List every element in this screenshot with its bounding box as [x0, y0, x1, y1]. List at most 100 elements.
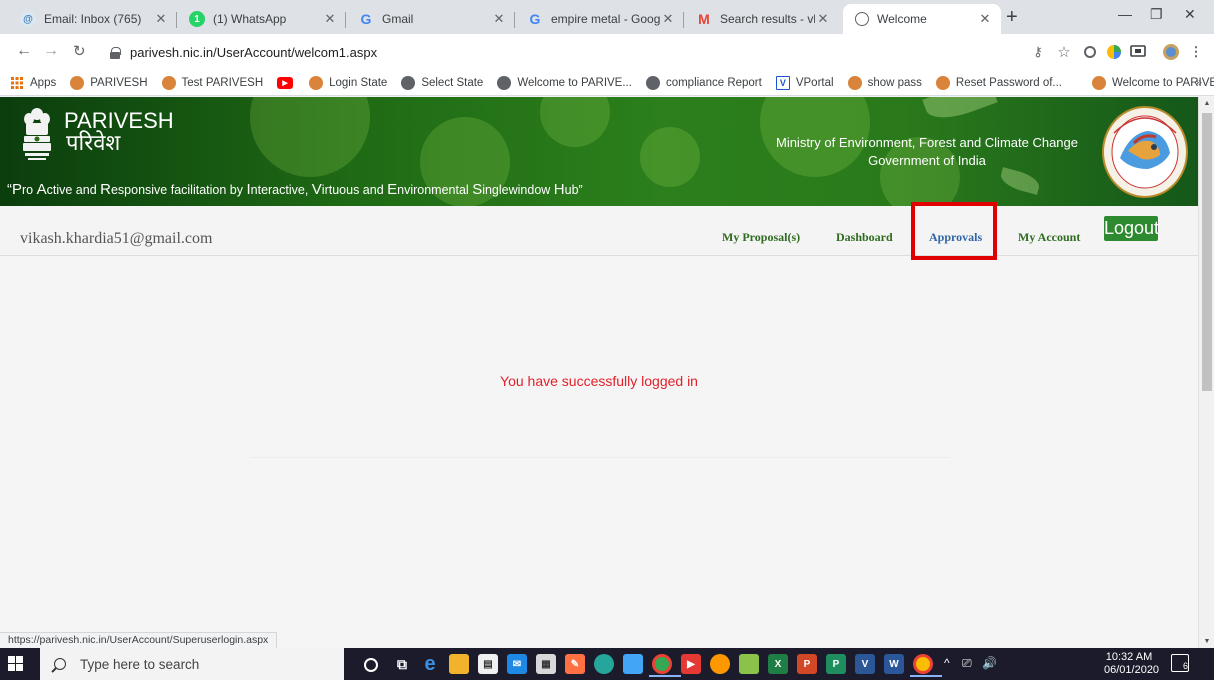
- excel-icon[interactable]: X: [768, 654, 788, 674]
- tab-title: empire metal - Google: [551, 12, 660, 26]
- tagline-initial: H: [553, 181, 565, 198]
- close-icon[interactable]: ✕: [815, 11, 831, 27]
- apps-grid-icon: [10, 76, 24, 90]
- bookmark-compliance-report[interactable]: compliance Report: [645, 75, 762, 90]
- profile-avatar-icon[interactable]: [1163, 44, 1179, 60]
- bookmark-label: VPortal: [795, 76, 834, 89]
- tab-whatsapp[interactable]: 1 (1) WhatsApp ✕: [177, 4, 346, 34]
- parivesh-icon: [847, 75, 862, 90]
- app-icon[interactable]: [594, 654, 614, 674]
- my-account-link[interactable]: My Account: [1018, 230, 1080, 245]
- visio-icon[interactable]: V: [855, 654, 875, 674]
- network-icon[interactable]: ⎚: [962, 656, 972, 671]
- tab-gmail[interactable]: G Gmail ✕: [346, 4, 515, 34]
- chart-app-icon[interactable]: [739, 654, 759, 674]
- notification-center-icon[interactable]: 6: [1171, 654, 1189, 672]
- banner-bokeh: [640, 127, 700, 187]
- forward-icon[interactable]: →: [43, 42, 59, 60]
- system-clock[interactable]: 10:32 AM 06/01/2020: [1104, 651, 1159, 677]
- logout-button[interactable]: Logout: [1104, 216, 1159, 241]
- tray-chevron-icon[interactable]: ^: [944, 656, 950, 670]
- reload-icon[interactable]: ↻: [73, 42, 86, 60]
- tab-title: (1) WhatsApp: [213, 12, 287, 26]
- bookmark-apps[interactable]: Apps: [10, 76, 56, 90]
- parivesh-icon: [935, 75, 950, 90]
- parivesh-icon: [161, 75, 176, 90]
- bookmark-youtube[interactable]: ▶: [277, 76, 299, 89]
- tab-email[interactable]: @ Email: Inbox (765) ✕: [8, 4, 177, 34]
- calculator-icon[interactable]: ▦: [536, 654, 556, 674]
- close-icon[interactable]: ✕: [491, 11, 507, 27]
- tab-search-results[interactable]: M Search results - vkb.nic ✕: [684, 4, 839, 34]
- bookmarks-overflow-icon[interactable]: »: [1195, 75, 1202, 89]
- bookmark-welcome-parivesh[interactable]: Welcome to PARIVE...: [497, 75, 632, 90]
- scrollbar-thumb[interactable]: [1202, 113, 1212, 391]
- extension-colorful-icon[interactable]: [1106, 44, 1122, 60]
- bookmark-label: Welcome to PARIVE...: [517, 76, 632, 89]
- project-icon[interactable]: P: [826, 654, 846, 674]
- chrome-icon[interactable]: [649, 654, 681, 677]
- file-explorer-icon[interactable]: [449, 654, 469, 674]
- task-view-icon[interactable]: ⧉: [392, 654, 412, 674]
- page-scrollbar[interactable]: ▲ ▼: [1198, 97, 1214, 648]
- bookmark-show-pass[interactable]: show pass: [847, 75, 922, 90]
- close-icon[interactable]: ✕: [660, 11, 676, 27]
- whatsapp-icon: 1: [189, 11, 205, 27]
- tab-welcome[interactable]: Welcome ✕: [843, 4, 1001, 34]
- scroll-down-icon[interactable]: ▼: [1199, 638, 1214, 645]
- tab-google-search[interactable]: G empire metal - Google ✕: [515, 4, 684, 34]
- cast-icon[interactable]: [1130, 44, 1146, 60]
- extension-icon[interactable]: [1082, 44, 1098, 60]
- url-text: parivesh.nic.in/UserAccount/welcom1.aspx: [130, 44, 378, 60]
- media-icon[interactable]: ▶: [681, 654, 701, 674]
- tagline-initial: A: [36, 181, 47, 198]
- volume-icon[interactable]: 🔊: [982, 656, 997, 670]
- windows-start-icon[interactable]: [8, 656, 24, 672]
- ministry-line: Ministry of Environment, Forest and Clim…: [775, 135, 1078, 150]
- paint-icon[interactable]: ✎: [565, 654, 585, 674]
- bookmark-vportal[interactable]: V VPortal: [775, 75, 834, 90]
- url-field[interactable]: parivesh.nic.in/UserAccount/welcom1.aspx: [110, 40, 1110, 64]
- bookmark-reset-password[interactable]: Reset Password of...: [935, 75, 1063, 90]
- word-icon[interactable]: W: [884, 654, 904, 674]
- chrome-icon[interactable]: [910, 654, 942, 677]
- cortana-icon[interactable]: [364, 658, 378, 672]
- tab-title: Search results - vkb.nic: [720, 12, 815, 26]
- lock-icon: [110, 46, 121, 59]
- back-icon[interactable]: ←: [16, 42, 32, 60]
- bookmark-select-state[interactable]: Select State: [401, 75, 483, 90]
- tagline-initial: “P: [7, 181, 22, 198]
- maximize-button[interactable]: ❐: [1150, 6, 1163, 23]
- taskbar-search-box[interactable]: Type here to search: [40, 648, 344, 680]
- bookmark-parivesh[interactable]: PARIVESH: [70, 75, 148, 90]
- approvals-highlight-box: [911, 202, 997, 260]
- tab-title: Gmail: [382, 12, 414, 26]
- site-name: PARIVESH: [64, 108, 174, 133]
- menu-kebab-icon[interactable]: ⋮: [1188, 44, 1204, 60]
- dashboard-link[interactable]: Dashboard: [836, 230, 893, 245]
- bookmark-label: Reset Password of...: [955, 76, 1063, 89]
- notes-icon[interactable]: [623, 654, 643, 674]
- firefox-icon[interactable]: [710, 654, 730, 674]
- page-viewport: PARIVESH परिवेश “Pro Active and Responsi…: [0, 97, 1198, 648]
- tab-title: Email: Inbox (765): [44, 12, 142, 26]
- close-icon[interactable]: ✕: [153, 11, 169, 27]
- mail-icon[interactable]: ✉: [507, 654, 527, 674]
- bookmark-test-parivesh[interactable]: Test PARIVESH: [161, 75, 263, 90]
- new-tab-button[interactable]: +: [1006, 7, 1018, 27]
- close-window-button[interactable]: ✕: [1184, 6, 1196, 23]
- bookmark-login-state[interactable]: Login State: [309, 75, 387, 90]
- close-icon[interactable]: ✕: [322, 11, 338, 27]
- my-proposals-link[interactable]: My Proposal(s): [722, 230, 800, 245]
- windows-taskbar: Type here to search ⧉ e ▤ ✉ ▦ ✎ ▶ X P P …: [0, 648, 1214, 680]
- status-bar-url: https://parivesh.nic.in/UserAccount/Supe…: [0, 632, 278, 648]
- edge-icon[interactable]: e: [420, 653, 440, 675]
- globe-icon: [401, 75, 416, 90]
- minimize-button[interactable]: —: [1118, 6, 1132, 22]
- powerpoint-icon[interactable]: P: [797, 654, 817, 674]
- close-icon[interactable]: ✕: [977, 11, 993, 27]
- store-icon[interactable]: ▤: [478, 654, 498, 674]
- star-icon[interactable]: ☆: [1056, 44, 1072, 61]
- key-icon[interactable]: ⚷: [1030, 44, 1046, 60]
- scroll-up-icon[interactable]: ▲: [1199, 100, 1214, 107]
